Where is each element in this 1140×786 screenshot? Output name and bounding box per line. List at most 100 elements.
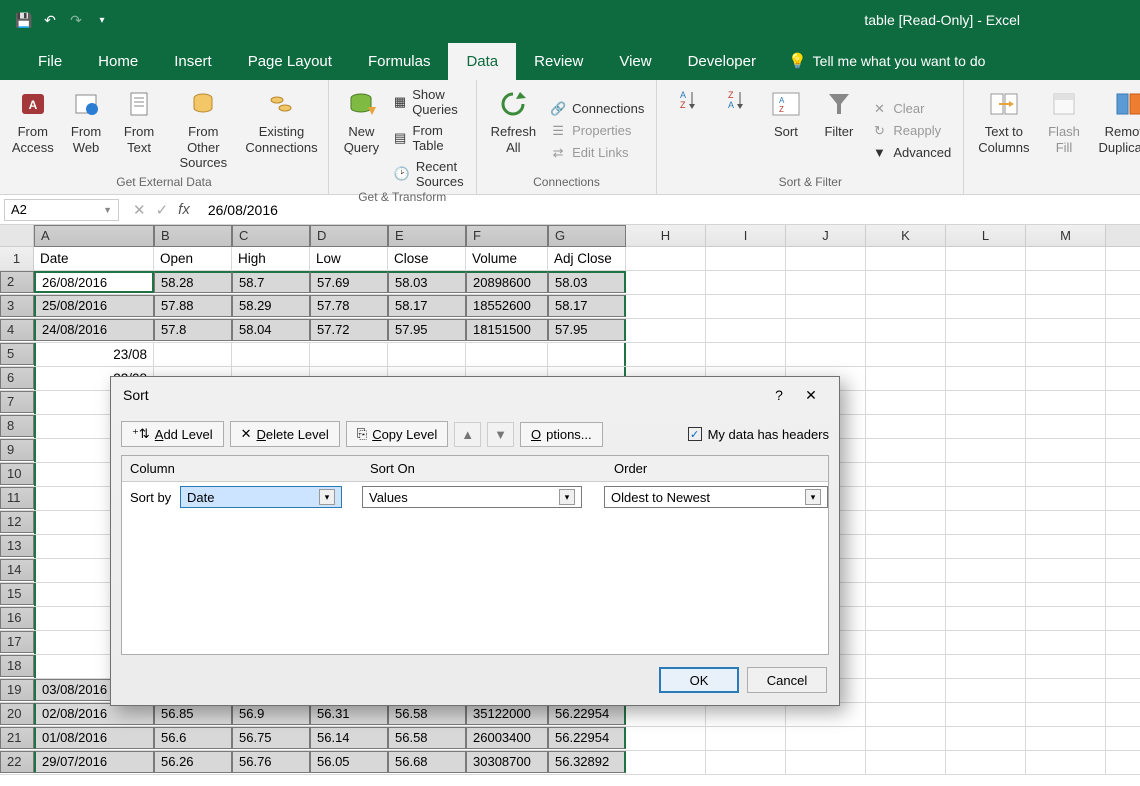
cell[interactable]: 56.14	[310, 727, 388, 749]
row-header[interactable]: 2	[0, 271, 34, 293]
tab-file[interactable]: File	[20, 43, 80, 80]
cell[interactable]	[1026, 415, 1106, 438]
row-header[interactable]: 16	[0, 607, 34, 629]
cell[interactable]	[1026, 487, 1106, 510]
cell[interactable]: 57.95	[548, 319, 626, 341]
row-header[interactable]: 10	[0, 463, 34, 485]
row-header[interactable]: 14	[0, 559, 34, 581]
cell[interactable]	[786, 751, 866, 774]
cell[interactable]: 57.95	[388, 319, 466, 341]
connections-button[interactable]: 🔗Connections	[548, 100, 646, 118]
ok-button[interactable]: OK	[659, 667, 739, 693]
cell[interactable]	[946, 703, 1026, 726]
cell[interactable]: 57.88	[154, 295, 232, 317]
cell[interactable]: 58.29	[232, 295, 310, 317]
cell[interactable]	[1026, 271, 1106, 294]
cell[interactable]	[1026, 319, 1106, 342]
cell[interactable]	[866, 727, 946, 750]
header-cell[interactable]: Low	[310, 247, 388, 270]
sort-desc-button[interactable]: ZA	[715, 86, 755, 175]
cell[interactable]	[946, 463, 1026, 486]
cell[interactable]	[706, 319, 786, 342]
cell[interactable]: 57.72	[310, 319, 388, 341]
col-header-C[interactable]: C	[232, 225, 310, 247]
dialog-close-button[interactable]: ✕	[795, 381, 827, 409]
cell[interactable]	[866, 439, 946, 462]
cell[interactable]	[866, 271, 946, 294]
row-header[interactable]: 1	[0, 247, 34, 270]
cancel-button[interactable]: Cancel	[747, 667, 827, 693]
cell[interactable]: 23/08	[34, 343, 154, 366]
cell[interactable]	[866, 679, 946, 702]
tab-view[interactable]: View	[601, 43, 669, 80]
header-cell[interactable]: Open	[154, 247, 232, 270]
cell[interactable]	[706, 247, 786, 270]
cell[interactable]	[786, 295, 866, 318]
cell[interactable]	[786, 727, 866, 750]
cell[interactable]	[232, 343, 310, 366]
edit-links-button[interactable]: ⇄Edit Links	[548, 144, 646, 162]
from-table-button[interactable]: ▤From Table	[392, 122, 466, 154]
col-header-J[interactable]: J	[786, 225, 866, 246]
cell[interactable]	[706, 343, 786, 366]
cell[interactable]	[866, 703, 946, 726]
cell[interactable]	[946, 751, 1026, 774]
sort-asc-button[interactable]: AZ	[667, 86, 707, 175]
cell[interactable]	[946, 271, 1026, 294]
cell[interactable]: 56.32892	[548, 751, 626, 773]
clear-filter-button[interactable]: ✕Clear	[869, 100, 953, 118]
cell[interactable]	[866, 535, 946, 558]
cell[interactable]: 56.58	[388, 703, 466, 725]
tab-data[interactable]: Data	[448, 43, 516, 80]
tab-insert[interactable]: Insert	[156, 43, 230, 80]
flash-fill-button[interactable]: Flash Fill	[1042, 86, 1087, 175]
row-header[interactable]: 4	[0, 319, 34, 341]
row-header[interactable]: 3	[0, 295, 34, 317]
cell[interactable]	[946, 247, 1026, 270]
cell[interactable]	[866, 631, 946, 654]
col-header-D[interactable]: D	[310, 225, 388, 247]
cell[interactable]	[626, 703, 706, 726]
cell[interactable]	[946, 607, 1026, 630]
options-button[interactable]: Options...	[520, 422, 603, 447]
cancel-formula-icon[interactable]: ✕	[133, 201, 146, 219]
tab-home[interactable]: Home	[80, 43, 156, 80]
cell[interactable]	[946, 631, 1026, 654]
cell[interactable]	[946, 319, 1026, 342]
cell[interactable]	[706, 727, 786, 750]
cell[interactable]: 58.28	[154, 271, 232, 293]
cell[interactable]	[946, 295, 1026, 318]
cell[interactable]	[1026, 247, 1106, 270]
col-header-M[interactable]: M	[1026, 225, 1106, 246]
col-header-L[interactable]: L	[946, 225, 1026, 246]
cell[interactable]	[626, 727, 706, 750]
row-header[interactable]: 18	[0, 655, 34, 677]
cell[interactable]	[866, 607, 946, 630]
header-cell[interactable]: High	[232, 247, 310, 270]
cell[interactable]: 56.9	[232, 703, 310, 725]
cell[interactable]: 01/08/2016	[34, 727, 154, 749]
tab-page-layout[interactable]: Page Layout	[230, 43, 350, 80]
cell[interactable]	[866, 367, 946, 390]
row-header[interactable]: 15	[0, 583, 34, 605]
cell[interactable]	[1026, 463, 1106, 486]
cell[interactable]	[866, 343, 946, 366]
tab-developer[interactable]: Developer	[670, 43, 774, 80]
cell[interactable]	[706, 751, 786, 774]
row-header[interactable]: 22	[0, 751, 34, 773]
row-header[interactable]: 11	[0, 487, 34, 509]
cell[interactable]	[946, 367, 1026, 390]
cell[interactable]: 56.85	[154, 703, 232, 725]
cell[interactable]	[706, 271, 786, 294]
show-queries-button[interactable]: ▦Show Queries	[392, 86, 466, 118]
cell[interactable]	[310, 343, 388, 366]
row-header[interactable]: 17	[0, 631, 34, 653]
advanced-filter-button[interactable]: ▼Advanced	[869, 144, 953, 162]
cell[interactable]: 57.8	[154, 319, 232, 341]
move-down-button[interactable]: ▼	[487, 422, 514, 447]
cell[interactable]: 25/08/2016	[34, 295, 154, 317]
cell[interactable]	[786, 343, 866, 366]
cell[interactable]	[946, 343, 1026, 366]
cell[interactable]: 58.17	[548, 295, 626, 317]
cell[interactable]	[1026, 343, 1106, 366]
